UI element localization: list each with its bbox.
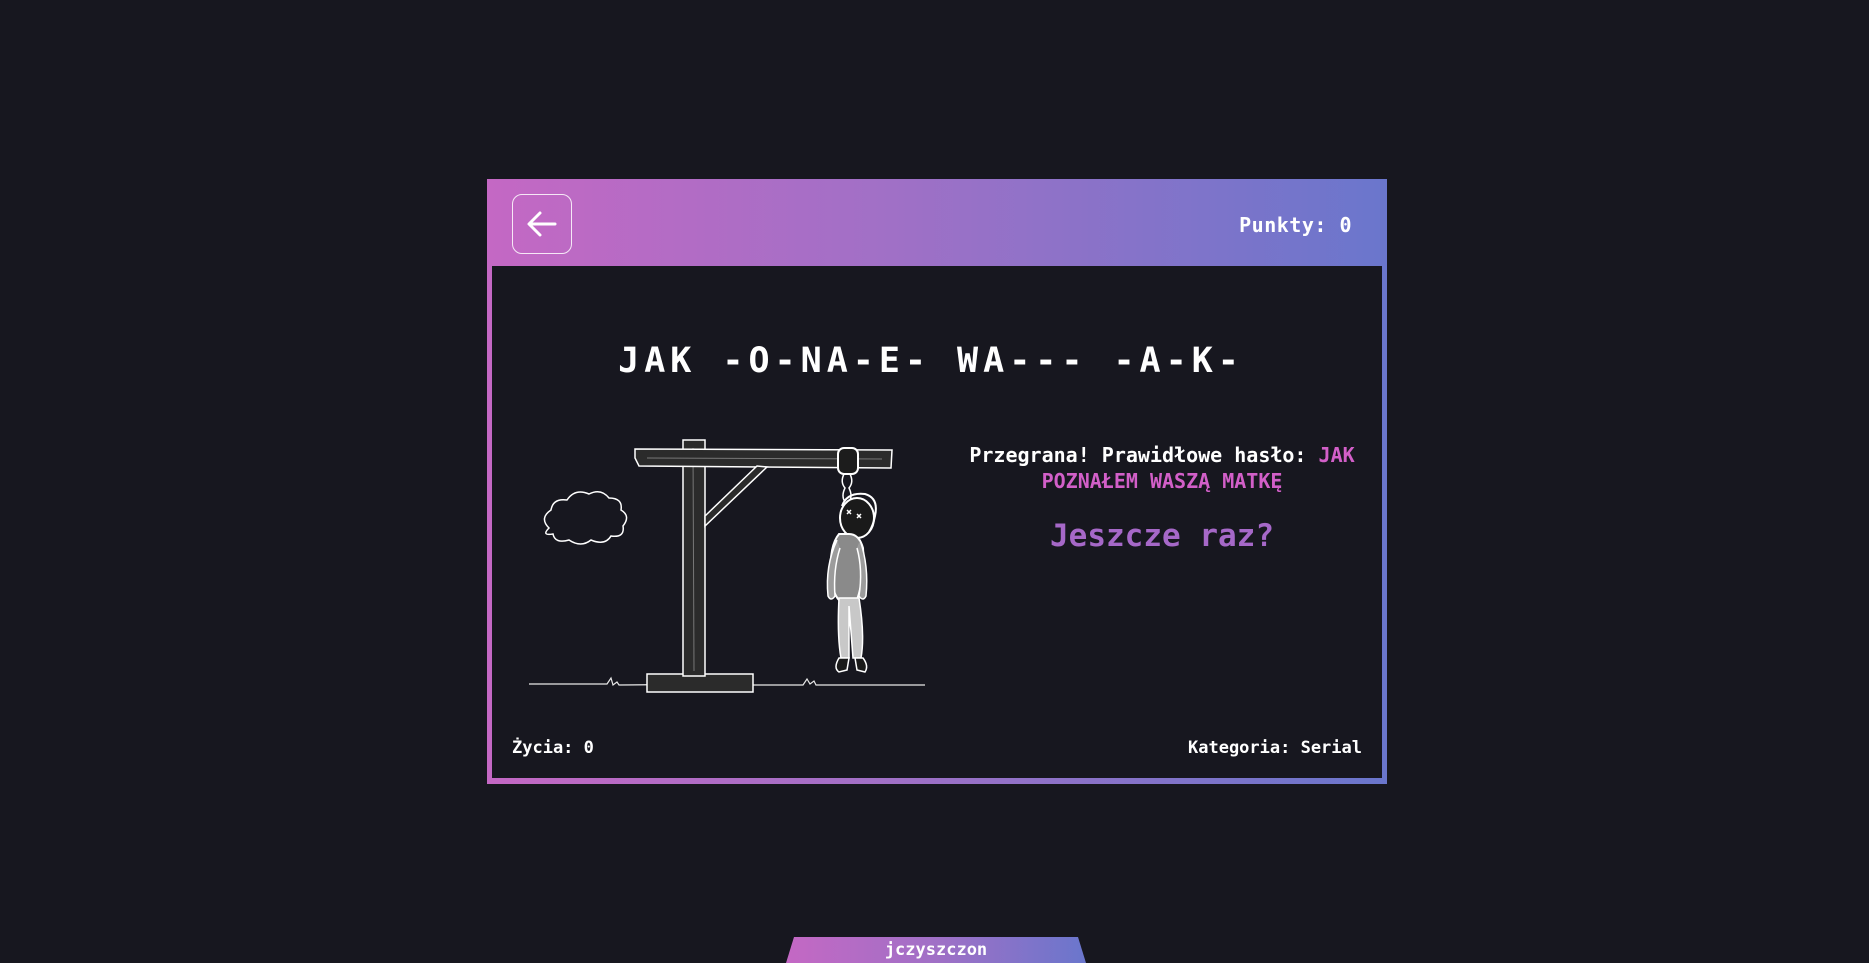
arrow-left-icon xyxy=(527,211,557,237)
card-body: JAK -O-NA-E- WA--- -A-K- Przegrana! Praw… xyxy=(492,266,1382,778)
result-prefix: Przegrana! Prawidłowe hasło: xyxy=(969,443,1307,467)
back-button[interactable] xyxy=(512,194,572,254)
card-header: Punkty: 0 xyxy=(487,179,1387,266)
cloud-icon xyxy=(543,491,628,545)
masked-phrase: JAK -O-NA-E- WA--- -A-K- xyxy=(618,341,1244,381)
points-counter: Punkty: 0 xyxy=(1239,213,1352,237)
result-message: Przegrana! Prawidłowe hasło: JAK POZNAŁE… xyxy=(962,442,1362,494)
noose-knot xyxy=(837,447,859,475)
game-card: Punkty: 0 JAK -O-NA-E- WA--- -A-K- Przeg… xyxy=(487,179,1387,784)
lives-counter: Życia: 0 xyxy=(512,738,594,758)
page: Punkty: 0 JAK -O-NA-E- WA--- -A-K- Przeg… xyxy=(0,0,1869,963)
author-footer[interactable]: jczyszczon xyxy=(786,937,1086,963)
category-label: Kategoria: Serial xyxy=(1188,738,1362,758)
hangman-legs xyxy=(837,597,864,659)
hangman-gallows-icon xyxy=(529,439,925,693)
gallows-brace xyxy=(704,465,769,528)
retry-button[interactable]: Jeszcze raz? xyxy=(962,518,1362,554)
